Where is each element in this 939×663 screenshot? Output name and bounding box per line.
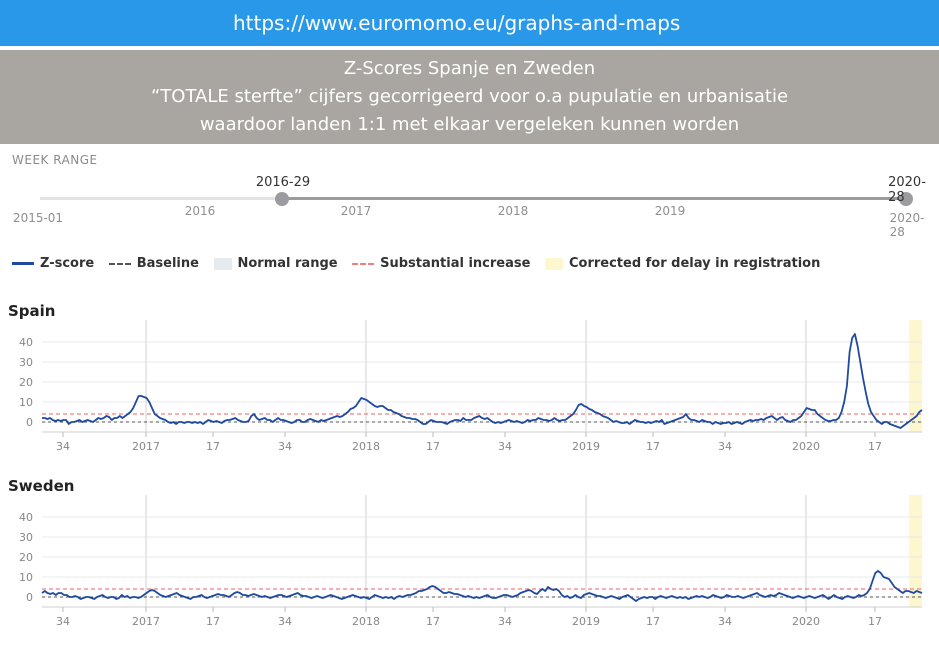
url-banner: https://www.euromomo.eu/graphs-and-maps [0, 0, 939, 46]
legend-baseline-label: Baseline [136, 256, 199, 271]
y-tick-label: 30 [19, 531, 33, 544]
legend-zscore-label: Z-score [40, 256, 95, 271]
substantial-swatch [352, 262, 375, 265]
x-tick-label: 17 [646, 615, 660, 628]
legend-zscore[interactable]: Z-score [12, 256, 94, 271]
x-tick-label: 2020 [792, 615, 820, 628]
corrected-swatch [544, 257, 563, 270]
y-tick-label: 20 [19, 551, 33, 564]
x-tick-label: 2018 [352, 440, 380, 453]
x-tick-label: 34 [56, 440, 70, 453]
legend: Z-score Baseline Normal range Substantia… [12, 256, 830, 272]
banner-line-3: waardoor landen 1:1 met elkaar vergeleke… [199, 114, 740, 135]
x-tick-label: 2018 [352, 615, 380, 628]
x-tick-label: 17 [426, 615, 440, 628]
zscore-series-line [42, 333, 923, 429]
url-text: https://www.euromomo.eu/graphs-and-maps [233, 11, 681, 35]
title-banner: Z-Scores Spanje en Zweden “TOTALE sterft… [0, 50, 939, 144]
y-tick-label: 10 [19, 571, 33, 584]
x-tick-label: 17 [206, 615, 220, 628]
x-tick-label: 34 [278, 440, 292, 453]
legend-substantial-label: Substantial increase [380, 256, 531, 271]
legend-substantial-increase[interactable]: Substantial increase [352, 256, 530, 271]
x-tick-label: 34 [498, 615, 512, 628]
legend-corrected-label: Corrected for delay in registration [568, 256, 821, 271]
x-tick-label: 2017 [132, 440, 160, 453]
x-tick-label: 2019 [572, 615, 600, 628]
range-selected-track [282, 197, 906, 200]
x-tick-label: 2020 [792, 440, 820, 453]
y-tick-label: 10 [19, 396, 33, 409]
banner-line-2: “TOTALE sterfte” cijfers gecorrigeerd vo… [150, 86, 789, 107]
y-tick-label: 0 [26, 591, 33, 604]
y-tick-label: 0 [26, 416, 33, 429]
normal-range-swatch [213, 257, 232, 270]
y-tick-label: 30 [19, 356, 33, 369]
range-min-label: 2015-01 [12, 211, 64, 225]
x-tick-label: 34 [56, 615, 70, 628]
range-year-tick: 2018 [497, 204, 529, 218]
range-max-label: 2020-28 [889, 211, 925, 239]
x-tick-label: 17 [868, 615, 882, 628]
banner-line-1: Z-Scores Spanje en Zweden [343, 58, 596, 79]
range-start-label: 2016-29 [255, 175, 311, 190]
x-tick-label: 17 [868, 440, 882, 453]
sweden-chart[interactable]: 0 10 20 30 40 34 2017 17 34 2018 17 34 2019 17 34 2020 1… [0, 495, 939, 635]
legend-normal-range[interactable]: Normal range [213, 256, 338, 271]
range-year-tick: 2016 [184, 204, 216, 218]
baseline-swatch [108, 262, 131, 265]
x-tick-label: 34 [718, 440, 732, 453]
x-tick-label: 2017 [132, 615, 160, 628]
x-tick-label: 17 [646, 440, 660, 453]
zscore-swatch [12, 262, 34, 265]
x-tick-label: 17 [206, 440, 220, 453]
range-end-label: 2020-28 [888, 175, 926, 205]
week-range-label: WEEK RANGE [12, 153, 98, 167]
x-tick-label: 34 [718, 615, 732, 628]
x-tick-label: 34 [498, 440, 512, 453]
y-tick-label: 20 [19, 376, 33, 389]
chart-title-sweden: Sweden [8, 477, 75, 495]
range-year-tick: 2017 [340, 204, 372, 218]
corrected-delay-region [909, 320, 922, 432]
x-tick-label: 2019 [572, 440, 600, 453]
legend-corrected[interactable]: Corrected for delay in registration [544, 256, 821, 271]
spain-chart[interactable]: 0 10 20 30 40 34 2017 17 34 2018 17 34 2019 17 34 2020 1… [0, 320, 939, 460]
legend-normal-range-label: Normal range [237, 256, 338, 271]
range-year-tick: 2019 [654, 204, 686, 218]
corrected-delay-region [909, 495, 922, 607]
legend-baseline[interactable]: Baseline [108, 256, 199, 271]
range-start-handle[interactable] [275, 191, 289, 206]
chart-title-spain: Spain [8, 302, 56, 320]
y-tick-label: 40 [19, 336, 33, 349]
x-tick-label: 17 [426, 440, 440, 453]
x-tick-label: 34 [278, 615, 292, 628]
y-tick-label: 40 [19, 511, 33, 524]
